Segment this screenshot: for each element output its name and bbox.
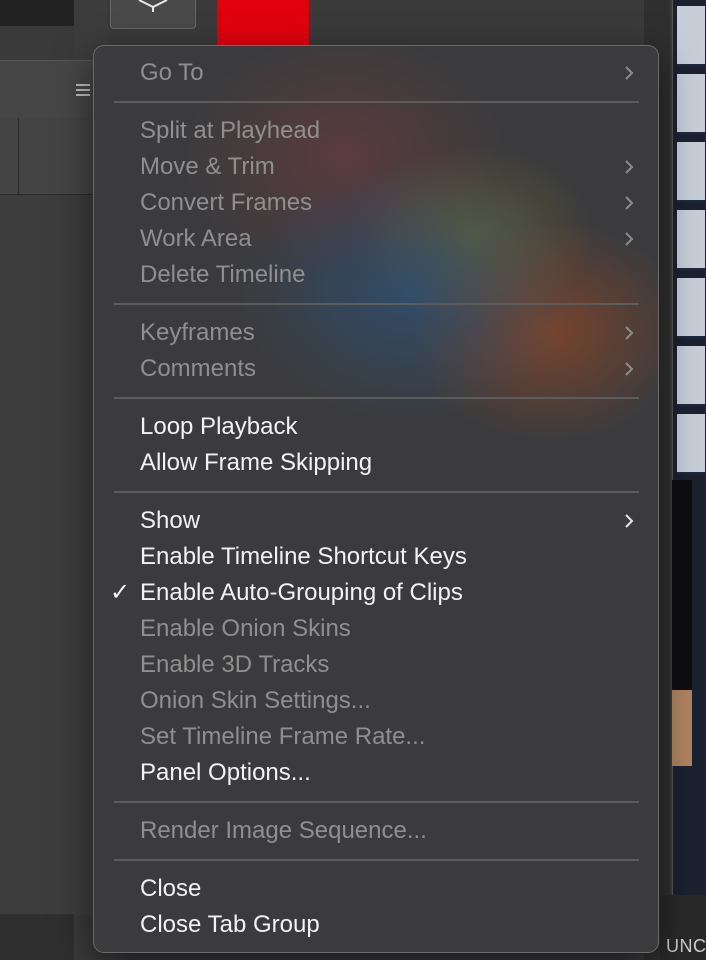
menu-item-label: Enable 3D Tracks [140, 651, 330, 678]
menu-item-enable-3d-tracks: Enable 3D Tracks [94, 647, 658, 683]
top-toolbar-strip [0, 0, 74, 26]
timeline-footer [0, 914, 74, 960]
menu-item-label: Onion Skin Settings... [140, 687, 371, 714]
menu-item-label: Render Image Sequence... [140, 817, 427, 844]
timeline-cell [19, 118, 97, 195]
menu-item-convert-frames: Convert Frames [94, 185, 658, 221]
menu-item-split-at-playhead: Split at Playhead [94, 113, 658, 149]
menu-item-show[interactable]: Show [94, 503, 658, 539]
menu-item-label: Delete Timeline [140, 261, 306, 288]
timeline-cell [0, 118, 19, 195]
menu-separator [114, 801, 639, 803]
menu-separator [114, 101, 639, 103]
menu-item-label: Show [140, 507, 201, 534]
menu-item-render-image-sequence: Render Image Sequence... [94, 813, 658, 849]
menu-item-set-timeline-frame-rate: Set Timeline Frame Rate... [94, 719, 658, 755]
menu-item-close[interactable]: Close [94, 871, 658, 907]
image-window-pane [677, 346, 705, 406]
color-swatch-red[interactable] [217, 0, 309, 50]
menu-item-label: Close [140, 875, 202, 902]
right-edge-label: UNC [666, 936, 706, 956]
menu-item-label: Move & Trim [140, 153, 275, 180]
image-figure-region [672, 480, 692, 690]
chevron-right-icon [625, 232, 634, 246]
menu-item-label: Keyframes [140, 319, 255, 346]
menu-separator [114, 303, 639, 305]
menu-item-allow-frame-skipping[interactable]: Allow Frame Skipping [94, 445, 658, 481]
menu-separator [114, 491, 639, 493]
chevron-right-icon [625, 514, 634, 528]
chevron-right-icon [625, 160, 634, 174]
timeline-panel-context-menu: Go To Split at Playhead Move & Trim Convert… [94, 46, 658, 952]
menu-item-label: Enable Onion Skins [140, 615, 351, 642]
menu-item-onion-skin-settings: Onion Skin Settings... [94, 683, 658, 719]
menu-item-enable-auto-grouping-of-clips[interactable]: ✓ Enable Auto-Grouping of Clips [94, 575, 658, 611]
cube-icon [138, 0, 168, 12]
menu-item-label: Split at Playhead [140, 117, 321, 144]
menu-item-label: Allow Frame Skipping [140, 449, 373, 476]
menu-item-label: Set Timeline Frame Rate... [140, 723, 426, 750]
chevron-right-icon [625, 362, 634, 376]
image-window-pane [677, 278, 705, 338]
menu-item-delete-timeline: Delete Timeline [94, 257, 658, 293]
chevron-right-icon [625, 196, 634, 210]
menu-item-label: Close Tab Group [140, 911, 320, 938]
menu-item-move-trim: Move & Trim [94, 149, 658, 185]
menu-item-close-tab-group[interactable]: Close Tab Group [94, 907, 658, 943]
menu-item-loop-playback[interactable]: Loop Playback [94, 409, 658, 445]
image-window-pane [677, 142, 705, 202]
chevron-right-icon [625, 326, 634, 340]
menu-item-go-to: Go To [94, 55, 658, 91]
menu-item-label: Enable Timeline Shortcut Keys [140, 543, 467, 570]
menu-item-label: Go To [140, 59, 204, 86]
image-window-pane [677, 6, 705, 66]
image-window-pane [677, 414, 705, 474]
menu-item-label: Loop Playback [140, 413, 298, 440]
3d-mode-button[interactable] [110, 0, 196, 29]
menu-item-label: Comments [140, 355, 257, 382]
menu-item-comments: Comments [94, 351, 658, 387]
menu-separator [114, 397, 639, 399]
timeline-track-area [0, 195, 96, 915]
menu-item-enable-onion-skins: Enable Onion Skins [94, 611, 658, 647]
chevron-right-icon [625, 66, 634, 80]
image-figure-skin [672, 690, 692, 766]
panel-menu-icon[interactable] [76, 84, 90, 96]
image-window-pane [677, 74, 705, 134]
image-window-pane [677, 210, 705, 270]
menu-item-label: Enable Auto-Grouping of Clips [140, 579, 463, 606]
menu-item-panel-options[interactable]: Panel Options... [94, 755, 658, 791]
menu-item-work-area: Work Area [94, 221, 658, 257]
menu-item-keyframes: Keyframes [94, 315, 658, 351]
menu-item-label: Convert Frames [140, 189, 313, 216]
menu-item-label: Work Area [140, 225, 252, 252]
checkmark-icon: ✓ [110, 579, 131, 606]
menu-item-label: Panel Options... [140, 759, 311, 786]
menu-item-enable-timeline-shortcut-keys[interactable]: Enable Timeline Shortcut Keys [94, 539, 658, 575]
menu-separator [114, 859, 639, 861]
